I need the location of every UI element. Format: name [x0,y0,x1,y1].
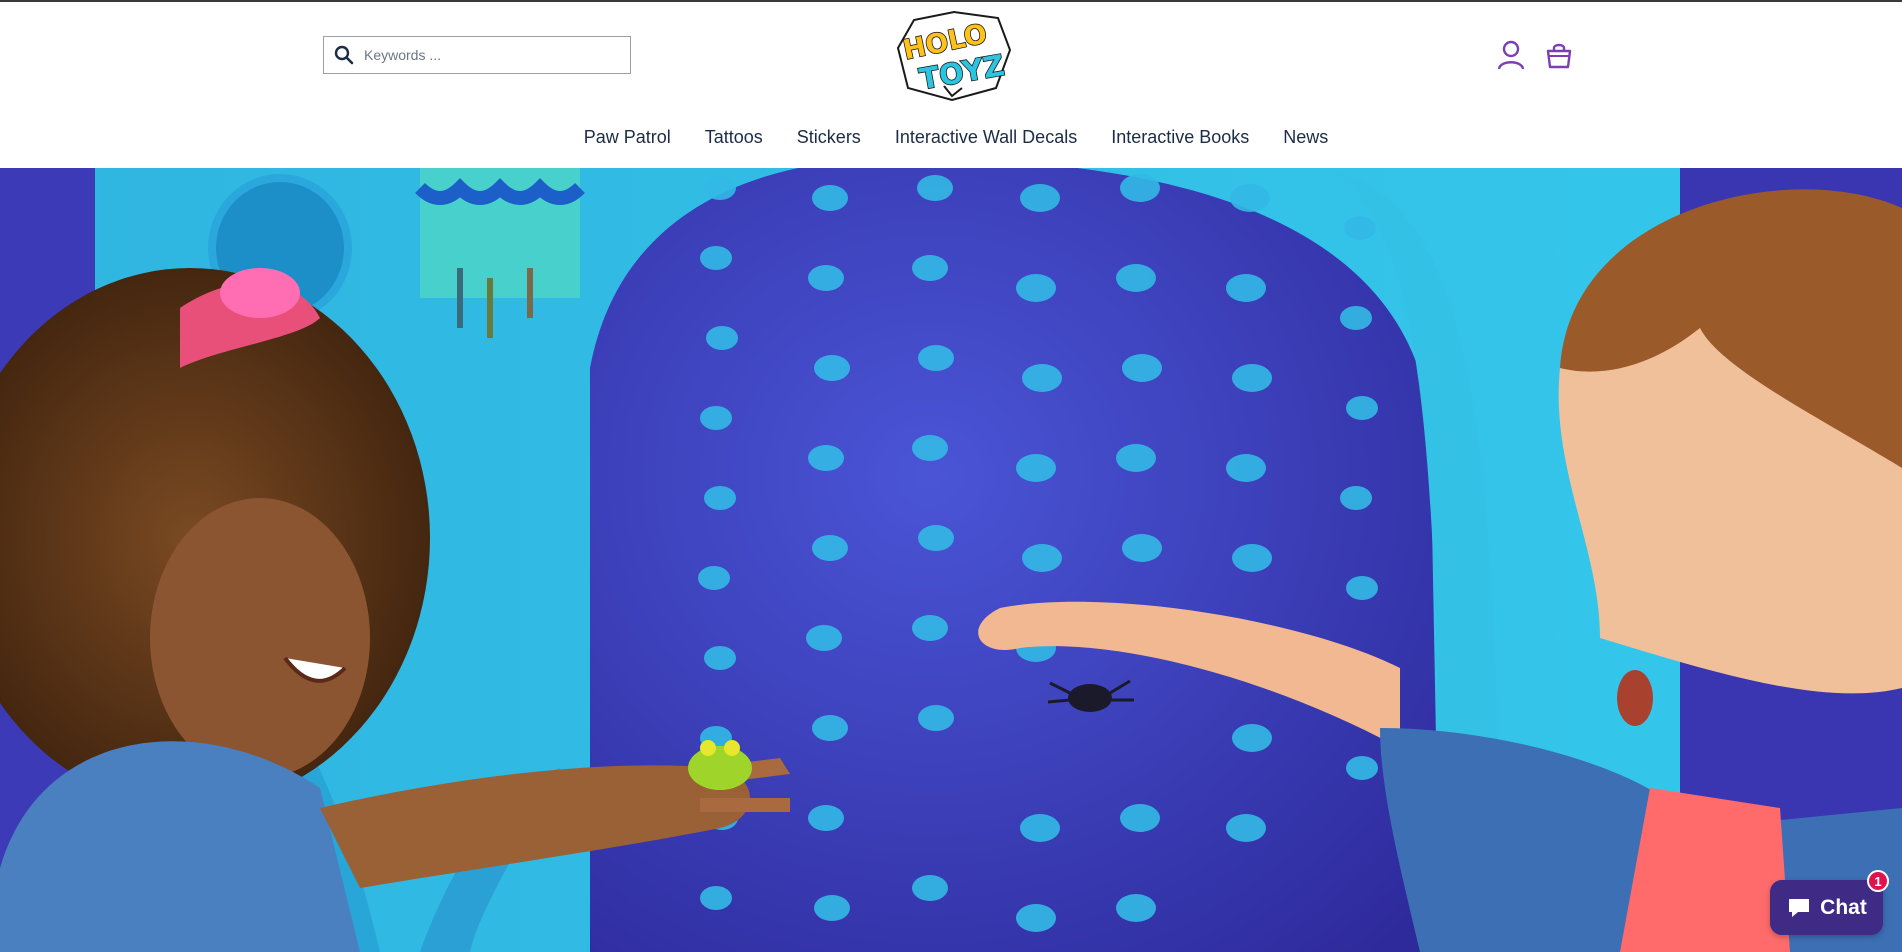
nav-item-news[interactable]: News [1283,120,1328,154]
chat-notification-badge: 1 [1867,870,1889,892]
search-icon [334,45,354,65]
hero-image [0,168,1902,952]
site-header: HOLO TOYZ Paw Patrol Tattoos Stickers In… [0,2,1902,168]
chat-label: Chat [1820,895,1867,919]
main-nav: Paw Patrol Tattoos Stickers Interactive … [0,120,1902,154]
hero-banner[interactable] [0,168,1902,952]
search-button[interactable] [324,37,364,73]
nav-item-interactive-books[interactable]: Interactive Books [1111,120,1249,154]
nav-item-interactive-wall-decals[interactable]: Interactive Wall Decals [895,120,1077,154]
nav-item-paw-patrol[interactable]: Paw Patrol [584,120,671,154]
header-icons [1496,38,1574,72]
nav-item-stickers[interactable]: Stickers [797,120,861,154]
chat-bubble-icon [1789,898,1810,917]
holo-toyz-logo[interactable]: HOLO TOYZ [890,8,1016,104]
shopping-bag-icon [1546,43,1572,69]
cart-button[interactable] [1544,38,1574,72]
nav-item-tattoos[interactable]: Tattoos [705,120,763,154]
search-bar [323,36,631,74]
chat-button[interactable]: Chat 1 [1770,870,1889,935]
user-icon [1497,40,1525,70]
search-input[interactable] [364,38,624,72]
account-button[interactable] [1496,38,1526,72]
